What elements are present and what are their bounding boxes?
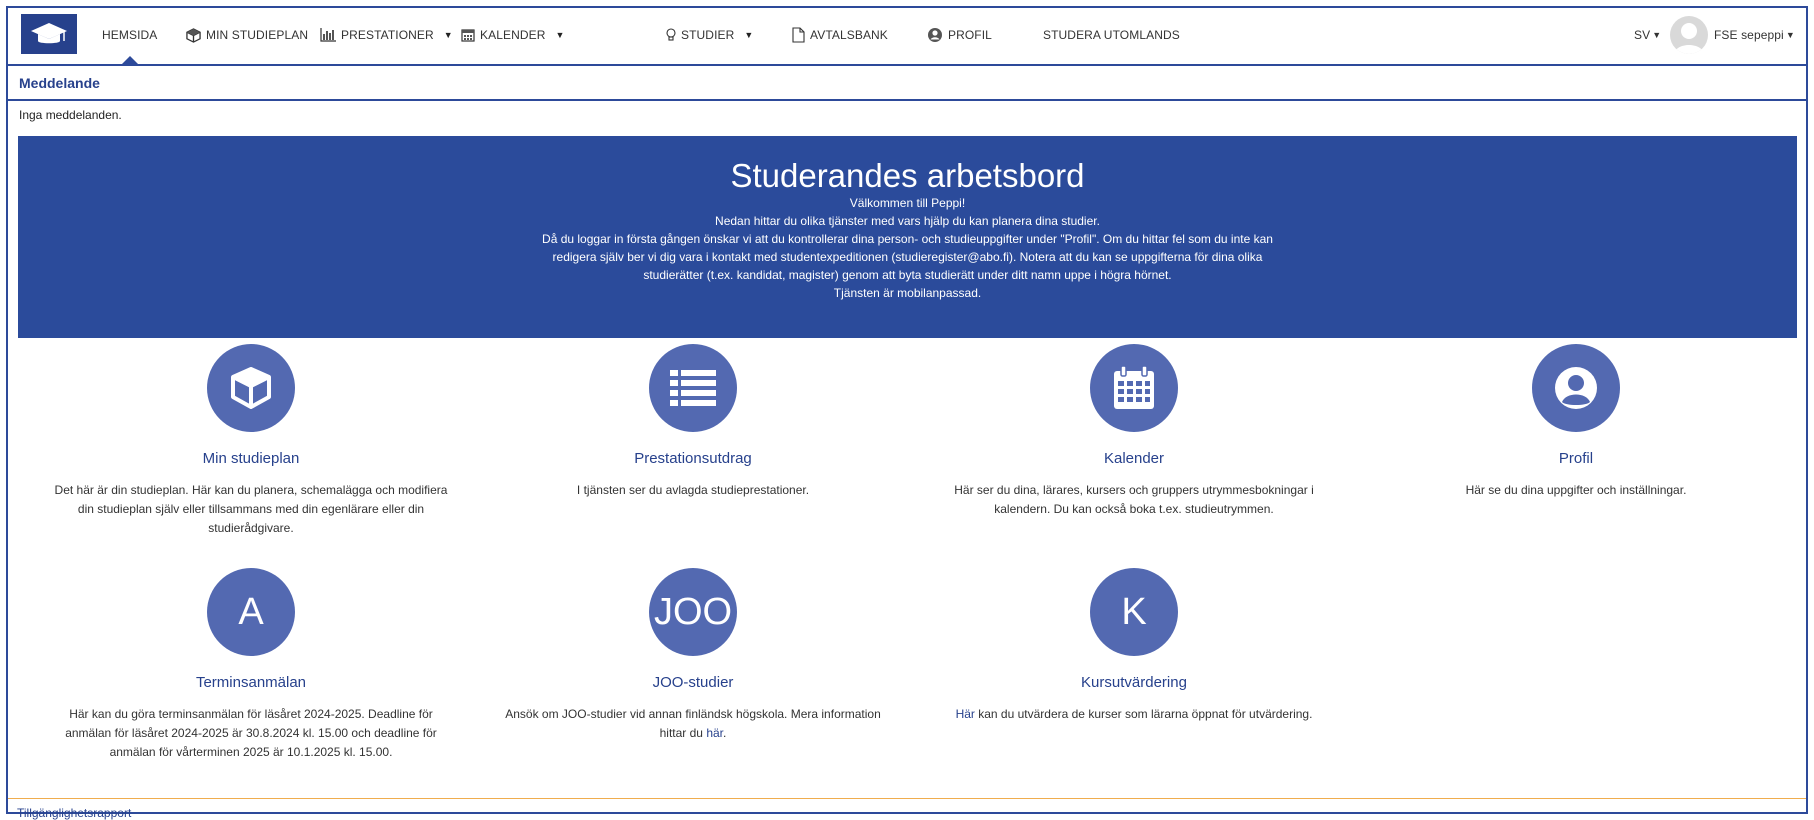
info-link[interactable]: här xyxy=(706,726,723,740)
list-icon[interactable] xyxy=(649,344,737,432)
hero-line: redigera själv ber vi dig vara i kontakt… xyxy=(552,250,1263,264)
calendar-icon xyxy=(461,28,475,42)
language-label: SV xyxy=(1634,28,1651,42)
card-title[interactable]: Prestationsutdrag xyxy=(473,450,913,467)
nav-label: KALENDER xyxy=(480,28,546,42)
card-prestationsutdrag: Prestationsutdrag I tjänsten ser du avla… xyxy=(473,344,913,500)
card-description: I tjänsten ser du avlagda studieprestati… xyxy=(576,483,810,497)
desc-text: . xyxy=(723,726,727,740)
letter-k-icon[interactable]: K xyxy=(1090,568,1178,656)
card-kalender: Kalender Här ser du dina, lärares, kurse… xyxy=(914,344,1354,519)
caret-down-icon: ▼ xyxy=(443,30,453,40)
caret-down-icon: ▼ xyxy=(744,30,754,40)
card-description: Här se du dina uppgifter och inställning… xyxy=(1465,483,1687,497)
document-icon xyxy=(792,27,805,43)
caret-down-icon: ▼ xyxy=(1652,30,1662,40)
card-description: Här ser du dina, lärares, kursers och gr… xyxy=(954,483,1314,516)
card-joo-studier: JOO JOO-studier Ansök om JOO-studier vid… xyxy=(473,568,913,743)
nav-label: HEMSIDA xyxy=(102,28,158,42)
card-title[interactable]: Min studieplan xyxy=(31,450,471,467)
nav-item-profil[interactable]: PROFIL xyxy=(927,8,992,62)
app-frame: HEMSIDA MIN STUDIEPLAN PRESTATIONER ▼ KA… xyxy=(6,6,1808,820)
card-description: Det här är din studieplan. Här kan du pl… xyxy=(54,483,448,535)
nav-label: STUDERA UTOMLANDS xyxy=(1043,28,1180,42)
nav-label: STUDIER xyxy=(681,28,735,42)
hero-line: Nedan hittar du olika tjänster med vars … xyxy=(715,214,1100,228)
user-circle-icon[interactable] xyxy=(1532,344,1620,432)
nav-label: AVTALSBANK xyxy=(810,28,888,42)
lightbulb-icon xyxy=(666,28,676,42)
card-min-studieplan: Min studieplan Det här är din studieplan… xyxy=(31,344,471,538)
hero-line: Tjänsten är mobilanpassad. xyxy=(833,286,982,300)
calendar-icon[interactable] xyxy=(1090,344,1178,432)
avatar[interactable] xyxy=(1670,16,1708,54)
nav-item-prestationer[interactable]: PRESTATIONER ▼ xyxy=(320,8,453,62)
desc-text: Ansök om JOO-studier vid annan finländsk… xyxy=(505,707,881,740)
cube-icon[interactable] xyxy=(207,344,295,432)
caret-down-icon: ▼ xyxy=(555,30,565,40)
joo-text-icon[interactable]: JOO xyxy=(649,568,737,656)
card-description: Ansök om JOO-studier vid annan finländsk… xyxy=(473,705,913,743)
hero-line: studierätter (t.ex. kandidat, magister) … xyxy=(643,268,1172,282)
top-navigation: HEMSIDA MIN STUDIEPLAN PRESTATIONER ▼ KA… xyxy=(8,8,1806,66)
card-title[interactable]: Kursutvärdering xyxy=(914,674,1354,691)
card-description: Här kan du göra terminsanmälan för läsår… xyxy=(65,707,437,759)
nav-item-kalender[interactable]: KALENDER ▼ xyxy=(461,8,565,62)
caret-down-icon: ▼ xyxy=(1785,30,1795,40)
user-menu[interactable]: FSE sepeppi ▼ xyxy=(1714,8,1795,62)
card-description: Här kan du utvärdera de kurser som lärar… xyxy=(914,705,1354,724)
nav-label: PRESTATIONER xyxy=(341,28,434,42)
user-circle-icon xyxy=(927,27,943,43)
hero-line: Då du loggar in första gången önskar vi … xyxy=(542,232,1273,246)
nav-item-studera-utomlands[interactable]: STUDERA UTOMLANDS xyxy=(1043,8,1180,62)
nav-item-min-studieplan[interactable]: MIN STUDIEPLAN xyxy=(186,8,308,62)
message-heading: Meddelande xyxy=(8,66,1806,101)
nav-item-avtalsbank[interactable]: AVTALSBANK xyxy=(792,8,888,62)
desc-text: kan du utvärdera de kurser som lärarna ö… xyxy=(974,707,1313,721)
card-terminsanmalan: A Terminsanmälan Här kan du göra termins… xyxy=(31,568,471,762)
nav-item-studier[interactable]: STUDIER ▼ xyxy=(666,8,753,62)
card-title[interactable]: JOO-studier xyxy=(473,674,913,691)
home-logo-button[interactable] xyxy=(21,14,77,54)
nav-label: MIN STUDIEPLAN xyxy=(206,28,309,42)
nav-label: PROFIL xyxy=(948,28,992,42)
nav-item-hemsida[interactable]: HEMSIDA xyxy=(102,8,158,64)
card-kursutvardering: K Kursutvärdering Här kan du utvärdera d… xyxy=(914,568,1354,724)
footer: Tillgänglighetsrapport xyxy=(8,798,1806,820)
dashboard-hero: Studerandes arbetsbord Välkommen till Pe… xyxy=(18,136,1797,338)
card-title[interactable]: Terminsanmälan xyxy=(31,674,471,691)
language-selector[interactable]: SV ▼ xyxy=(1634,8,1661,62)
card-profil: Profil Här se du dina uppgifter och inst… xyxy=(1356,344,1796,500)
hero-line: Välkommen till Peppi! xyxy=(849,196,966,210)
message-body: Inga meddelanden. xyxy=(19,108,122,122)
user-name: FSE sepeppi xyxy=(1714,28,1784,42)
bar-chart-icon xyxy=(320,28,336,42)
card-title[interactable]: Kalender xyxy=(914,450,1354,467)
card-title[interactable]: Profil xyxy=(1356,450,1796,467)
evaluation-link[interactable]: Här xyxy=(956,707,975,721)
letter-a-icon[interactable]: A xyxy=(207,568,295,656)
user-silhouette-icon xyxy=(1674,23,1704,54)
hero-title: Studerandes arbetsbord xyxy=(730,157,1085,194)
cube-icon xyxy=(186,27,201,43)
graduation-cap-icon xyxy=(31,23,67,44)
